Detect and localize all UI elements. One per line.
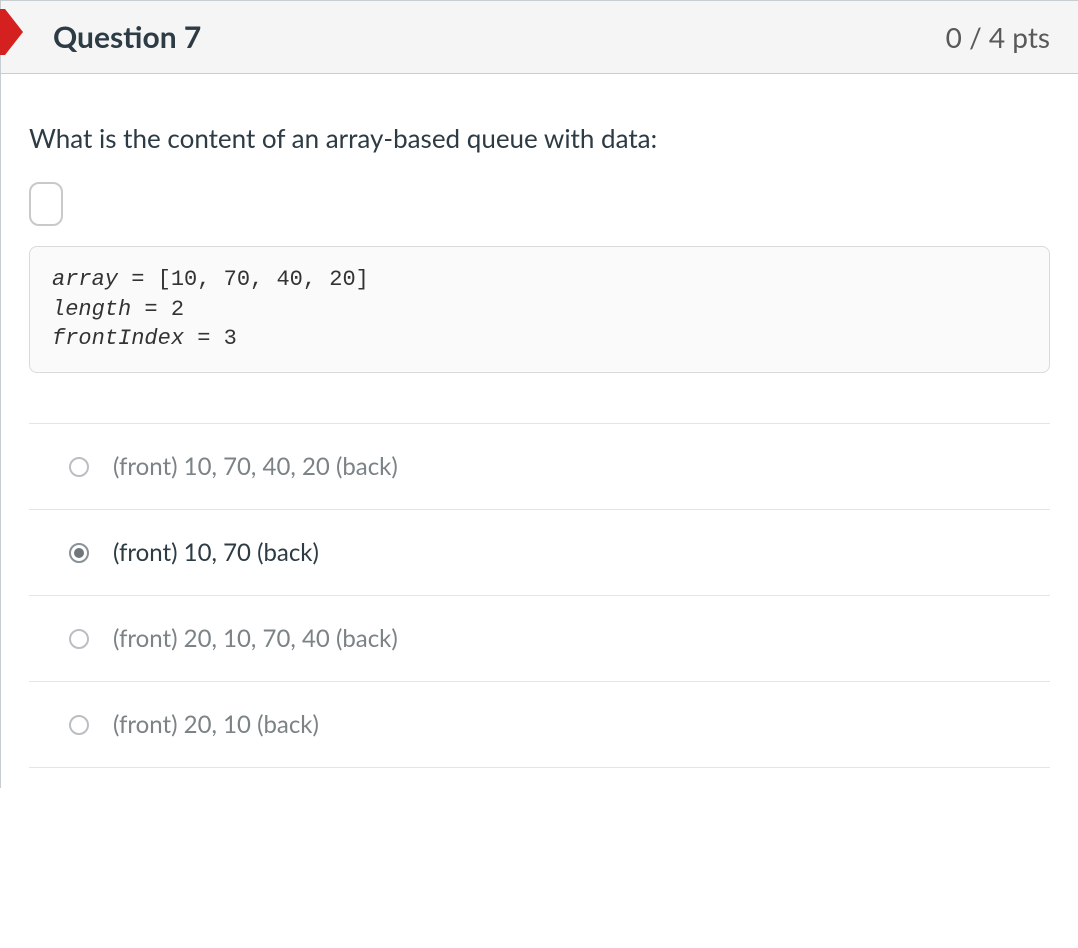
code-block: array = [10, 70, 40, 20] length = 2 fron… [29, 246, 1050, 373]
question-points: 0 / 4 pts [946, 20, 1050, 54]
answer-option[interactable]: (front) 20, 10, 70, 40 (back) [29, 596, 1050, 682]
code-kw: frontIndex [52, 326, 184, 351]
answer-label: (front) 20, 10 (back) [113, 710, 319, 739]
code-text: = 3 [184, 326, 237, 351]
radio-icon [69, 715, 89, 735]
answer-option[interactable]: (front) 20, 10 (back) [29, 682, 1050, 768]
answer-option[interactable]: (front) 10, 70 (back) [29, 510, 1050, 596]
answer-label: (front) 10, 70, 40, 20 (back) [113, 452, 398, 481]
question-header: Question 7 0 / 4 pts [1, 0, 1078, 74]
answer-label: (front) 10, 70 (back) [113, 538, 319, 567]
question-body: What is the content of an array-based qu… [1, 74, 1078, 788]
code-text: = [10, 70, 40, 20] [118, 267, 369, 292]
copy-code-button[interactable] [29, 182, 63, 226]
radio-icon [69, 457, 89, 477]
code-kw: array [52, 267, 118, 292]
answer-label: (front) 20, 10, 70, 40 (back) [113, 624, 398, 653]
radio-icon [69, 543, 89, 563]
code-text: = 2 [131, 297, 184, 322]
question-prompt: What is the content of an array-based qu… [29, 122, 1050, 154]
answer-option[interactable]: (front) 10, 70, 40, 20 (back) [29, 424, 1050, 510]
code-kw: length [52, 297, 131, 322]
answers-list: (front) 10, 70, 40, 20 (back) (front) 10… [29, 423, 1050, 768]
radio-icon [69, 629, 89, 649]
question-title: Question 7 [53, 19, 201, 55]
question-container: Question 7 0 / 4 pts What is the content… [0, 0, 1078, 788]
